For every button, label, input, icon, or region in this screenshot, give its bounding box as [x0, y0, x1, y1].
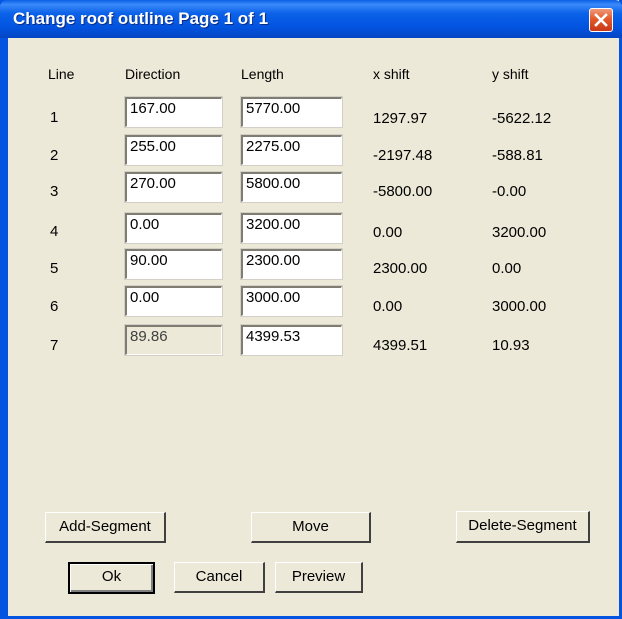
row-3-line: 3 [50, 183, 59, 200]
row-7-x-shift: 4399.51 [373, 337, 428, 354]
row-7-y-shift: 10.93 [492, 337, 530, 354]
row-5-direction-input[interactable]: 90.00 [125, 249, 222, 279]
row-5-length-input[interactable]: 2300.00 [241, 249, 342, 279]
close-button[interactable] [589, 8, 613, 32]
row-5-y-shift: 0.00 [492, 260, 522, 277]
move-button[interactable]: Move [251, 512, 371, 543]
row-6-line: 6 [50, 298, 59, 315]
row-7-length-input[interactable]: 4399.53 [241, 325, 342, 355]
row-2-x-shift: -2197.48 [373, 147, 433, 164]
row-1-line: 1 [50, 109, 59, 126]
ok-button[interactable]: Ok [68, 562, 155, 594]
row-5-x-shift: 2300.00 [373, 260, 428, 277]
close-icon [594, 13, 608, 27]
cancel-button[interactable]: Cancel [174, 562, 265, 593]
row-4-x-shift: 0.00 [373, 224, 403, 241]
window-title: Change roof outline Page 1 of 1 [13, 9, 269, 28]
header-line: Line [48, 66, 75, 82]
row-5-line: 5 [50, 260, 59, 277]
row-3-length-input[interactable]: 5800.00 [241, 172, 342, 202]
row-2-length-input[interactable]: 2275.00 [241, 135, 342, 165]
add-segment-button[interactable]: Add-Segment [45, 512, 166, 543]
row-7-line: 7 [50, 337, 59, 354]
row-3-x-shift: -5800.00 [373, 183, 433, 200]
row-6-x-shift: 0.00 [373, 298, 403, 315]
row-3-direction-input[interactable]: 270.00 [125, 172, 222, 202]
header-direction: Direction [125, 66, 181, 82]
header-length: Length [241, 66, 284, 82]
row-2-direction-input[interactable]: 255.00 [125, 135, 222, 165]
row-4-line: 4 [50, 223, 59, 240]
row-4-length-input[interactable]: 3200.00 [241, 213, 342, 243]
row-6-direction-input[interactable]: 0.00 [125, 286, 222, 316]
preview-button[interactable]: Preview [275, 562, 363, 593]
row-4-y-shift: 3200.00 [492, 224, 547, 241]
row-1-y-shift: -5622.12 [492, 110, 552, 127]
delete-segment-button[interactable]: Delete-Segment [456, 511, 590, 543]
row-1-length-input[interactable]: 5770.00 [241, 97, 342, 127]
header-y-shift: y shift [492, 66, 529, 82]
row-3-y-shift: -0.00 [492, 183, 527, 200]
header-x-shift: x shift [373, 66, 410, 82]
row-7-direction-input: 89.86 [125, 325, 222, 355]
row-2-line: 2 [50, 147, 59, 164]
row-1-direction-input[interactable]: 167.00 [125, 97, 222, 127]
row-6-y-shift: 3000.00 [492, 298, 547, 315]
row-2-y-shift: -588.81 [492, 147, 543, 164]
row-6-length-input[interactable]: 3000.00 [241, 286, 342, 316]
row-4-direction-input[interactable]: 0.00 [125, 213, 222, 243]
row-1-x-shift: 1297.97 [373, 110, 428, 127]
title-bar: Change roof outline Page 1 of 1 [0, 0, 622, 38]
